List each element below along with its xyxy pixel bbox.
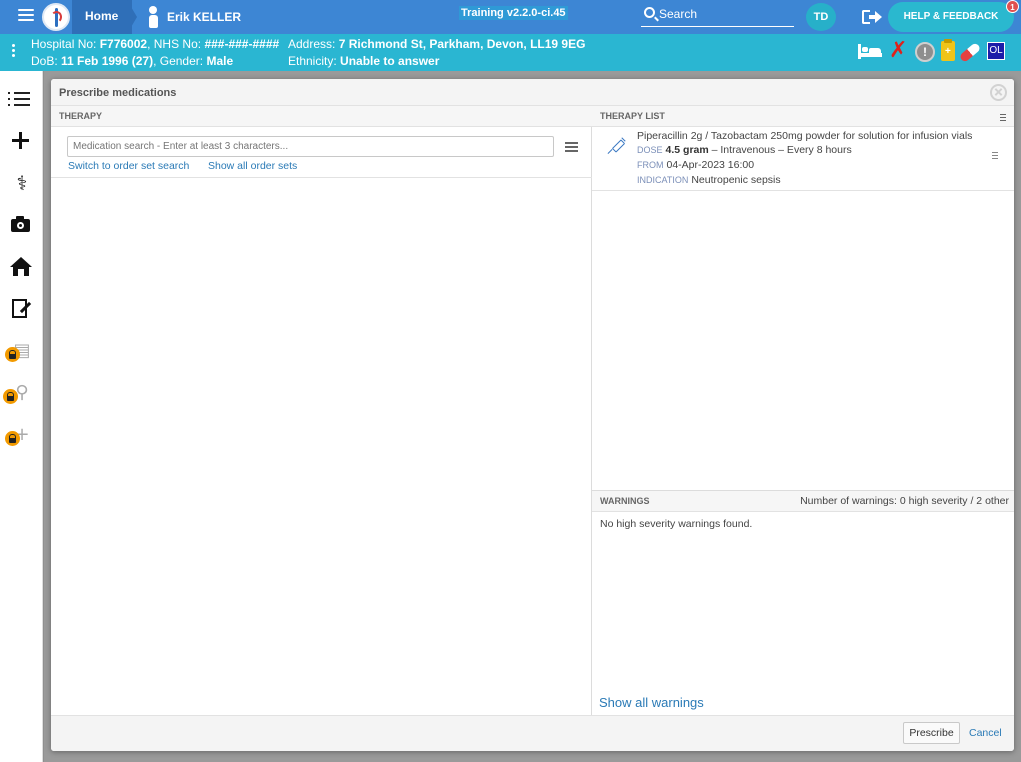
cancel-button[interactable]: Cancel — [969, 727, 1002, 739]
warnings-title: WARNINGS — [600, 496, 650, 506]
breadcrumb-arrow — [127, 0, 137, 34]
home-button[interactable]: Home — [72, 0, 133, 34]
ethnicity-label: Ethnicity: — [288, 54, 341, 68]
search-button[interactable]: Search — [641, 4, 794, 27]
dialog-title: Prescribe medications — [59, 87, 177, 99]
help-feedback-button[interactable]: HELP & FEEDBACK — [888, 2, 1014, 32]
indication-value: Neutropenic sepsis — [691, 174, 781, 186]
logout-icon[interactable] — [862, 9, 882, 25]
app-logo[interactable] — [42, 3, 70, 31]
dialog-footer: Prescribe Cancel — [51, 715, 1014, 751]
dose-value: 4.5 gram — [665, 144, 709, 156]
therapy-list-pane: THERAPY LIST Piperacillin 2g / Tazobacta… — [592, 106, 1014, 715]
gender-value: Male — [206, 54, 234, 68]
nhs-no-label: , NHS No: — [147, 37, 205, 51]
more-vertical-icon[interactable] — [12, 44, 16, 59]
address-label: Address: — [288, 37, 339, 51]
lock-icon — [3, 389, 18, 404]
divider — [51, 177, 592, 178]
therapy-from-row: FROM 04-Apr-2023 16:00 — [637, 159, 754, 171]
hospital-number-line: Hospital No: F776002, NHS No: ###-###-##… — [31, 37, 279, 51]
gender-label: , Gender: — [153, 54, 207, 68]
dob-line: DoB: 11 Feb 1996 (27), Gender: Male — [31, 54, 233, 68]
therapy-list-header: THERAPY LIST — [592, 106, 1014, 127]
user-avatar[interactable]: TD — [806, 3, 836, 31]
therapy-pane: THERAPY Switch to order set search Show … — [51, 106, 592, 715]
from-value: 04-Apr-2023 16:00 — [666, 159, 755, 171]
ol-icon[interactable]: OL — [987, 42, 1005, 60]
training-version-label: Training v2.2.0-ci.45 — [459, 6, 568, 20]
hospital-no-label: Hospital No: — [31, 37, 100, 51]
pill-icon[interactable] — [958, 41, 982, 64]
therapy-dose-row: DOSE 4.5 gram – Intravenous – Every 8 hou… — [637, 144, 852, 156]
left-sidebar: ⚕ ▤ ⚲ + — [0, 71, 43, 762]
search-label: Search — [659, 7, 698, 21]
therapy-item-menu-icon[interactable] — [992, 152, 998, 161]
alert-icon[interactable]: ! — [915, 42, 935, 62]
x-icon[interactable]: ✗ — [889, 40, 907, 62]
top-bar: Home Erik KELLER Training v2.2.0-ci.45 S… — [0, 0, 1021, 34]
show-all-warnings-link[interactable]: Show all warnings — [599, 695, 704, 710]
warnings-count: Number of warnings: 0 high severity / 2 … — [800, 495, 1009, 507]
syringe-icon — [607, 137, 626, 155]
nhs-no-value: ###-###-#### — [204, 37, 280, 51]
dialog-header: Prescribe medications — [51, 79, 1014, 106]
therapy-section-header: THERAPY — [51, 106, 592, 127]
therapy-list-menu-icon[interactable] — [1000, 114, 1006, 123]
notification-badge: 1 — [1006, 0, 1019, 13]
medication-search-input[interactable] — [67, 136, 554, 157]
patient-banner: Hospital No: F776002, NHS No: ###-###-##… — [0, 34, 1021, 71]
address-value: 7 Richmond St, Parkham, Devon, LL19 9EG — [338, 37, 586, 51]
camera-icon[interactable] — [8, 212, 36, 238]
show-all-order-sets-link[interactable]: Show all order sets — [208, 160, 297, 172]
close-icon[interactable] — [990, 84, 1007, 101]
patient-name-link[interactable]: Erik KELLER — [167, 10, 241, 24]
switch-order-set-link[interactable]: Switch to order set search — [68, 160, 189, 172]
indication-label: INDICATION — [637, 175, 689, 185]
therapy-name: Piperacillin 2g / Tazobactam 250mg powde… — [637, 130, 973, 142]
hamburger-menu-icon[interactable] — [18, 9, 34, 23]
therapy-indication-row: INDICATION Neutropenic sepsis — [637, 174, 781, 186]
home-icon[interactable] — [8, 254, 36, 280]
dob-value: 11 Feb 1996 (27) — [61, 54, 154, 68]
search-options-menu-icon[interactable] — [565, 142, 578, 154]
plus-icon[interactable] — [8, 128, 36, 154]
document-edit-icon[interactable] — [8, 296, 36, 322]
warnings-message: No high severity warnings found. — [600, 518, 753, 530]
dose-details: – Intravenous – Every 8 hours — [708, 144, 852, 156]
prescribe-button[interactable]: Prescribe — [903, 722, 960, 744]
search-icon — [644, 7, 655, 18]
lock-icon — [5, 431, 20, 446]
patient-icon — [147, 6, 159, 28]
from-label: FROM — [637, 160, 664, 170]
dob-label: DoB: — [31, 54, 62, 68]
dose-label: DOSE — [637, 145, 663, 155]
clipboard-icon[interactable]: + — [941, 39, 955, 61]
bed-icon[interactable] — [858, 44, 882, 59]
warnings-header: WARNINGS Number of warnings: 0 high seve… — [592, 490, 1014, 512]
ethnicity-line: Ethnicity: Unable to answer — [288, 54, 439, 68]
hospital-no-value: F776002 — [99, 37, 148, 51]
ethnicity-value: Unable to answer — [340, 54, 440, 68]
address-line: Address: 7 Richmond St, Parkham, Devon, … — [288, 37, 585, 51]
list-icon[interactable] — [8, 86, 36, 112]
prescribe-medications-dialog: Prescribe medications THERAPY Switch to … — [51, 79, 1014, 751]
stethoscope-icon[interactable]: ⚕ — [8, 170, 36, 196]
lock-icon — [5, 347, 20, 362]
therapy-list-item[interactable]: Piperacillin 2g / Tazobactam 250mg powde… — [592, 127, 1014, 191]
